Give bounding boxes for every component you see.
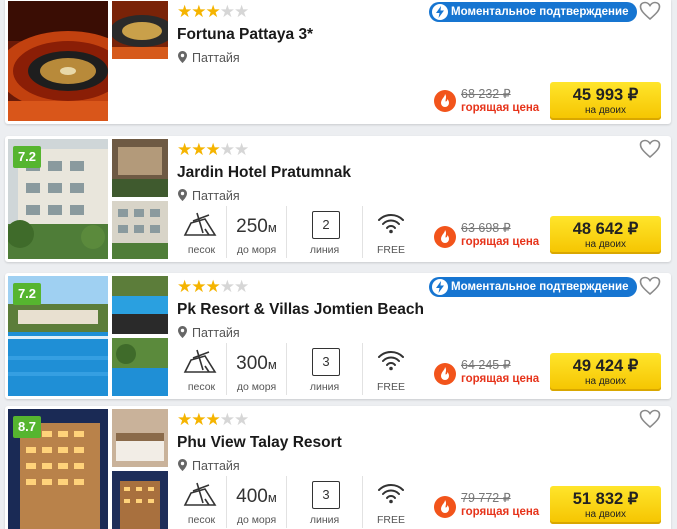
- price-button[interactable]: 51 832 ₽ на двоих: [550, 486, 661, 524]
- feature-wifi: FREE: [363, 206, 419, 258]
- facade-thumb: [112, 201, 168, 259]
- instant-confirmation-badge: Моментальное подтверждение: [429, 277, 638, 297]
- feature-beach: песок: [177, 476, 227, 528]
- favorite-heart-icon[interactable]: [639, 139, 661, 159]
- hotel-photo-thumb[interactable]: [112, 409, 168, 467]
- garden-thumb: [112, 338, 168, 396]
- price-button[interactable]: 45 993 ₽ на двоих: [550, 82, 661, 120]
- hotel-card[interactable]: 8.7 ★★★★★ Phu View Talay Resort Паттайя …: [5, 406, 671, 529]
- hotel-list: ★★★★★ Fortuna Pattaya 3* Паттайя Момента…: [0, 0, 677, 529]
- hotel-photo-thumb[interactable]: [112, 276, 168, 334]
- instant-confirmation-badge: Моментальное подтверждение: [429, 2, 638, 22]
- favorite-heart-icon[interactable]: [639, 409, 661, 429]
- hotel-location: Паттайя: [178, 326, 240, 340]
- map-pin-icon: [178, 326, 187, 338]
- feature-line: 3 линия: [287, 476, 363, 528]
- beach-sand-icon: [183, 349, 217, 373]
- hotel-stars: ★★★★★: [177, 410, 249, 429]
- rating-badge: 7.2: [13, 146, 41, 168]
- room-thumb: [112, 409, 168, 467]
- hotel-photo-thumb[interactable]: [112, 139, 168, 197]
- rating-badge: 8.7: [13, 416, 41, 438]
- roulette-photo: [8, 1, 108, 121]
- hotel-photo-thumb[interactable]: [112, 201, 168, 259]
- night-thumb: [112, 471, 168, 529]
- old-price: 68 232 ₽: [461, 87, 511, 101]
- feature-distance: 300м до моря: [227, 343, 287, 395]
- rating-badge: 7.2: [13, 283, 41, 305]
- hotel-location: Паттайя: [178, 189, 240, 203]
- lobby-thumb: [112, 139, 168, 197]
- hotel-location: Паттайя: [178, 51, 240, 65]
- hotel-photos[interactable]: 7.2: [8, 276, 168, 396]
- favorite-heart-icon[interactable]: [639, 1, 661, 21]
- feature-beach: песок: [177, 343, 227, 395]
- hot-price-label: горящая цена: [461, 236, 540, 248]
- favorite-heart-icon[interactable]: [639, 276, 661, 296]
- wifi-icon: [378, 351, 404, 371]
- feature-beach: песок: [177, 206, 227, 258]
- roulette-thumb: [112, 1, 168, 59]
- beach-sand-icon: [183, 212, 217, 236]
- feature-line: 2 линия: [287, 206, 363, 258]
- hot-price-label: горящая цена: [461, 506, 540, 518]
- hotel-card[interactable]: 7.2 ★★★★★ Jardin Hotel Pratumnak Паттайя…: [5, 136, 671, 262]
- map-pin-icon: [178, 459, 187, 471]
- hotel-card[interactable]: 7.2 ★★★★★ Pk Resort & Villas Jomtien Bea…: [5, 273, 671, 399]
- fire-icon: [434, 496, 456, 518]
- fire-icon: [434, 90, 456, 112]
- feature-wifi: FREE: [363, 343, 419, 395]
- hotel-card[interactable]: ★★★★★ Fortuna Pattaya 3* Паттайя Момента…: [5, 0, 671, 124]
- price-button[interactable]: 48 642 ₽ на двоих: [550, 216, 661, 254]
- hotel-stars: ★★★★★: [177, 2, 249, 21]
- hotel-location: Паттайя: [178, 459, 240, 473]
- lightning-icon: [432, 279, 448, 295]
- hotel-name[interactable]: Pk Resort & Villas Jomtien Beach: [177, 301, 424, 319]
- hotel-photo-thumb[interactable]: [112, 471, 168, 529]
- fire-icon: [434, 363, 456, 385]
- hotel-photo-thumb[interactable]: [112, 1, 168, 59]
- hotel-name[interactable]: Phu View Talay Resort: [177, 434, 342, 452]
- old-price: 64 245 ₽: [461, 358, 511, 372]
- price-button[interactable]: 49 424 ₽ на двоих: [550, 353, 661, 391]
- feature-distance: 400м до моря: [227, 476, 287, 528]
- old-price: 63 698 ₽: [461, 221, 511, 235]
- wifi-icon: [378, 214, 404, 234]
- hotel-photo-thumb[interactable]: [112, 338, 168, 396]
- hotel-name[interactable]: Fortuna Pattaya 3*: [177, 26, 313, 44]
- hotel-stars: ★★★★★: [177, 140, 249, 159]
- beach-sand-icon: [183, 482, 217, 506]
- feature-distance: 250м до моря: [227, 206, 287, 258]
- map-pin-icon: [178, 51, 187, 63]
- hotel-photo-main[interactable]: [8, 1, 108, 121]
- wifi-icon: [378, 484, 404, 504]
- lightning-icon: [432, 4, 448, 20]
- hotel-stars: ★★★★★: [177, 277, 249, 296]
- hotel-photos[interactable]: 8.7: [8, 409, 168, 529]
- old-price: 79 772 ₽: [461, 491, 511, 505]
- hot-price-label: горящая цена: [461, 373, 540, 385]
- hotel-photos[interactable]: [8, 1, 168, 121]
- feature-wifi: FREE: [363, 476, 419, 528]
- feature-line: 3 линия: [287, 343, 363, 395]
- pool-thumb: [112, 276, 168, 334]
- hotel-name[interactable]: Jardin Hotel Pratumnak: [177, 164, 351, 182]
- hotel-photos[interactable]: 7.2: [8, 139, 168, 259]
- hot-price-label: горящая цена: [461, 102, 540, 114]
- fire-icon: [434, 226, 456, 248]
- map-pin-icon: [178, 189, 187, 201]
